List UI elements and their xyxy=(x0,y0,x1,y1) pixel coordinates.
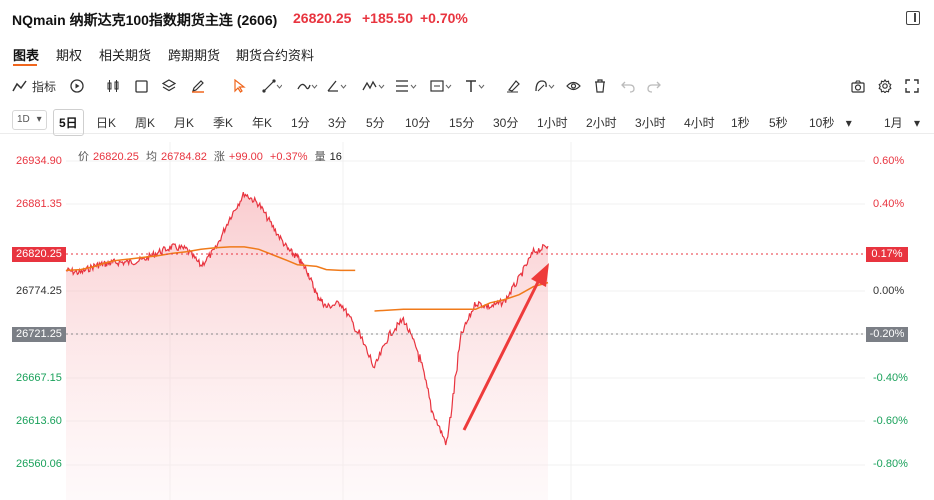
undo-icon[interactable] xyxy=(621,77,635,95)
measure-icon[interactable] xyxy=(430,77,454,95)
angle-icon[interactable] xyxy=(326,77,348,95)
price-tick: 26613.60 xyxy=(16,415,62,427)
tab-options[interactable]: 期权 xyxy=(56,45,82,64)
range-value: 1月 xyxy=(884,116,903,130)
interval-daily[interactable]: 日K xyxy=(96,114,116,131)
pen-icon[interactable] xyxy=(191,77,205,95)
chart-type-value: 1D xyxy=(17,114,30,125)
fullscreen-icon[interactable] xyxy=(905,77,919,95)
layers-icon[interactable] xyxy=(162,77,176,95)
range-dropdown[interactable]: 1月 ▾ xyxy=(884,114,920,131)
interval-5d[interactable]: 5日 xyxy=(53,109,84,136)
tab-calendar-spreads[interactable]: 跨期期货 xyxy=(168,45,220,64)
indicator-button[interactable]: 指标 xyxy=(12,77,56,95)
reference-price-tag: 26721.25 xyxy=(12,327,66,342)
pct-tick: -0.60% xyxy=(873,415,908,427)
interval-2h[interactable]: 2小时 xyxy=(586,114,617,131)
interval-5m[interactable]: 5分 xyxy=(366,114,385,131)
price-tick: 26774.25 xyxy=(16,285,62,297)
price-tick: 26667.15 xyxy=(16,372,62,384)
vol-value: 16 xyxy=(329,151,342,163)
price-change: +185.50 xyxy=(362,10,413,26)
chevron-down-icon: ▾ xyxy=(36,114,42,125)
chevron-down-icon: ▾ xyxy=(914,116,921,130)
interval-bar: 1D ▾ 5日 日K 周K 月K 季K 年K 1分 3分 5分 10分 15分 … xyxy=(0,108,934,136)
tab-chart[interactable]: 图表 xyxy=(13,45,39,64)
tab-related-futures[interactable]: 相关期货 xyxy=(99,45,151,64)
trendline-icon[interactable] xyxy=(262,77,282,95)
price-tick: 26881.35 xyxy=(16,198,62,210)
trash-icon[interactable] xyxy=(594,77,606,95)
pattern-icon[interactable] xyxy=(362,77,386,95)
pct-tick: 0.40% xyxy=(873,198,905,210)
interval-30m[interactable]: 30分 xyxy=(493,114,518,131)
redo-icon[interactable] xyxy=(647,77,661,95)
interval-weekly[interactable]: 周K xyxy=(135,114,155,131)
interval-10s-label: 10秒 xyxy=(809,116,835,130)
indicator-icon xyxy=(12,79,28,93)
price-line xyxy=(65,191,549,446)
current-pct-tag: 0.17% xyxy=(866,247,908,262)
interval-1h[interactable]: 1小时 xyxy=(537,114,568,131)
reference-pct-tag: -0.20% xyxy=(866,327,908,342)
interval-1m[interactable]: 1分 xyxy=(291,114,310,131)
interval-monthly[interactable]: 月K xyxy=(174,114,194,131)
crosshair-info: 价 26820.25 均 26784.82 涨 +99.00 +0.37% 量 16 xyxy=(78,148,346,164)
chart-type-dropdown[interactable]: 1D ▾ xyxy=(12,110,47,130)
interval-10s-dropdown[interactable]: 10秒 ▾ xyxy=(809,114,852,131)
interval-quarterly[interactable]: 季K xyxy=(213,114,233,131)
last-price: 26820.25 xyxy=(293,10,352,26)
pct-tick: -0.80% xyxy=(873,458,908,470)
replay-icon[interactable] xyxy=(70,77,84,95)
interval-5s[interactable]: 5秒 xyxy=(769,114,788,131)
price-change-pct: +0.70% xyxy=(420,10,468,26)
text-tool-icon[interactable] xyxy=(464,77,488,95)
symbol-title: NQmain 纳斯达克100指数期货主连 (2606) xyxy=(12,12,278,28)
interval-yearly[interactable]: 年K xyxy=(252,114,272,131)
avg-value: 26784.82 xyxy=(160,151,207,163)
magnet-icon[interactable] xyxy=(534,77,556,95)
vol-label: 量 xyxy=(314,151,326,163)
interval-10m[interactable]: 10分 xyxy=(405,114,430,131)
cursor-icon[interactable] xyxy=(234,77,246,95)
pct-tick: 0.00% xyxy=(873,285,905,297)
avg-label: 均 xyxy=(145,151,157,163)
collapse-panel-icon[interactable] xyxy=(906,11,920,25)
main-tabs: 图表 期权 相关期货 跨期期货 期货合约资料 xyxy=(0,38,934,70)
average-price-line xyxy=(65,246,549,312)
eraser-icon[interactable] xyxy=(506,77,520,95)
interval-3m[interactable]: 3分 xyxy=(328,114,347,131)
drawing-toolbar: 指标 xyxy=(0,72,934,100)
candlestick-icon[interactable] xyxy=(106,77,120,95)
current-price-tag: 26820.25 xyxy=(12,247,66,262)
pct-tick: 0.60% xyxy=(873,155,905,167)
tab-contract-info[interactable]: 期货合约资料 xyxy=(236,45,314,64)
eye-icon[interactable] xyxy=(566,77,581,95)
rectangle-icon[interactable] xyxy=(135,77,148,95)
price-value: 26820.25 xyxy=(93,151,139,163)
rise-label: 涨 xyxy=(213,151,225,163)
camera-icon[interactable] xyxy=(851,77,865,95)
interval-15m[interactable]: 15分 xyxy=(449,114,474,131)
price-area-fill xyxy=(66,192,548,500)
pct-tick: -0.40% xyxy=(873,372,908,384)
fibonacci-icon[interactable] xyxy=(395,77,419,95)
chevron-down-icon: ▾ xyxy=(845,116,852,130)
indicator-label: 指标 xyxy=(32,79,57,94)
title-bar: NQmain 纳斯达克100指数期货主连 (2606) 26820.25 +18… xyxy=(0,0,934,38)
interval-4h[interactable]: 4小时 xyxy=(684,114,715,131)
brush-icon[interactable] xyxy=(296,77,318,95)
price-label: 价 xyxy=(78,151,89,163)
price-tick: 26934.90 xyxy=(16,155,62,167)
rise-value: +99.00 xyxy=(228,151,263,163)
annotation-arrow xyxy=(462,263,549,431)
settings-icon[interactable] xyxy=(878,77,892,95)
active-tab-indicator xyxy=(13,64,37,66)
rise-pct-value: +0.37% xyxy=(269,151,308,163)
interval-1s[interactable]: 1秒 xyxy=(731,114,750,131)
chart-grid xyxy=(66,142,865,500)
price-tick: 26560.06 xyxy=(16,458,62,470)
interval-3h[interactable]: 3小时 xyxy=(635,114,666,131)
